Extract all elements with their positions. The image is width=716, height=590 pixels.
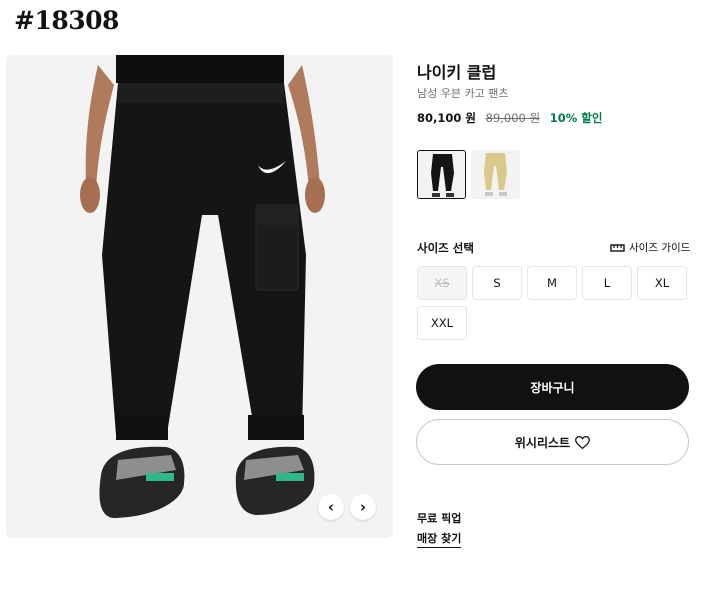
discount-badge: 10% 할인: [549, 111, 603, 125]
wishlist-button-label: 위시리스트: [514, 435, 571, 450]
size-guide-label: 사이즈 가이드: [629, 242, 691, 254]
size-guide-link[interactable]: 사이즈 가이드: [610, 240, 690, 255]
cart-button-label: 장바구니: [530, 380, 575, 395]
chevron-right-icon: ›: [359, 498, 367, 516]
black-pants-thumb: [418, 151, 465, 198]
heart-icon: [575, 435, 591, 449]
size-option-xxl[interactable]: XXL: [417, 306, 467, 340]
ruler-icon: [610, 243, 625, 252]
current-price: 80,100 원: [417, 111, 476, 125]
size-option-l[interactable]: L: [582, 266, 632, 300]
size-option-s[interactable]: S: [472, 266, 522, 300]
price-row: 80,100 원 89,000 원 10% 할인: [417, 110, 602, 126]
post-tag: #18308: [14, 6, 119, 35]
product-title: 나이키 클럽: [417, 63, 497, 82]
add-to-cart-button[interactable]: 장바구니: [416, 364, 689, 410]
chevron-left-icon: ‹: [327, 498, 335, 516]
size-option-m[interactable]: M: [527, 266, 577, 300]
colorway-thumb-khaki[interactable]: [471, 150, 520, 199]
pants-photo: [6, 55, 393, 538]
khaki-pants-thumb: [471, 150, 520, 199]
carousel-next-button[interactable]: ›: [350, 494, 376, 520]
free-pickup-label: 무료 픽업: [417, 512, 462, 525]
wishlist-button[interactable]: 위시리스트: [416, 419, 689, 465]
colorway-thumb-black[interactable]: [417, 150, 466, 199]
original-price: 89,000 원: [485, 111, 541, 125]
size-option-xs[interactable]: XS: [417, 266, 467, 300]
size-select-label: 사이즈 선택: [417, 241, 474, 255]
size-option-xl[interactable]: XL: [637, 266, 687, 300]
find-store-link[interactable]: 매장 찾기: [417, 530, 462, 548]
product-main-image: [6, 55, 393, 538]
carousel-prev-button[interactable]: ‹: [318, 494, 344, 520]
product-subtitle: 남성 우븐 카고 팬츠: [417, 87, 509, 100]
